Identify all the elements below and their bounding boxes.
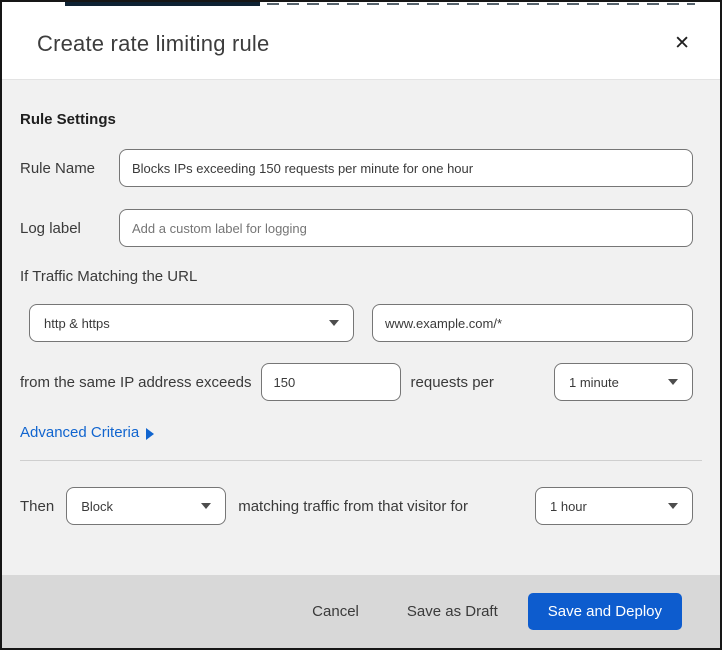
then-text: Then (20, 497, 55, 515)
threshold-input[interactable] (260, 363, 401, 401)
advanced-criteria-link[interactable]: Advanced Criteria (20, 423, 155, 442)
cancel-button[interactable]: Cancel (308, 595, 363, 628)
action-row: Then Block matching traffic from that vi… (20, 487, 693, 525)
page-behind-strip (65, 2, 260, 6)
dialog-footer: Cancel Save as Draft Save and Deploy (2, 575, 720, 648)
create-rate-limiting-rule-dialog: Create rate limiting rule ✕ Rule Setting… (0, 0, 722, 650)
dialog-body: Rule Settings Rule Name Log label If Tra… (2, 80, 720, 575)
expand-arrow-icon (146, 427, 155, 440)
section-divider (20, 460, 702, 461)
log-label-label: Log label (20, 219, 81, 237)
log-label-row: Log label (20, 209, 693, 247)
duration-select-value: 1 hour (550, 498, 587, 514)
dialog-title: Create rate limiting rule (37, 30, 270, 56)
duration-select[interactable]: 1 hour (535, 487, 693, 525)
advanced-criteria-label: Advanced Criteria (20, 424, 140, 441)
scheme-select[interactable]: http & https (29, 304, 354, 342)
rule-name-row: Rule Name (20, 149, 693, 187)
chevron-down-icon (668, 503, 678, 509)
rule-name-input[interactable] (119, 149, 693, 187)
scheme-select-value: http & https (44, 315, 110, 331)
url-input[interactable] (372, 304, 693, 342)
save-as-draft-button[interactable]: Save as Draft (403, 595, 502, 628)
threshold-row: from the same IP address exceeds request… (20, 363, 693, 401)
rule-name-label: Rule Name (20, 159, 96, 177)
requests-per-text: requests per (410, 373, 494, 391)
exceeds-text: from the same IP address exceeds (20, 373, 252, 391)
scheme-url-row: http & https (29, 304, 693, 342)
close-icon[interactable]: ✕ (668, 28, 696, 59)
page-behind-dashes (267, 3, 695, 5)
log-label-input[interactable] (119, 209, 693, 247)
period-select-value: 1 minute (569, 374, 619, 390)
matching-traffic-text: matching traffic from that visitor for (238, 497, 469, 515)
action-select-value: Block (81, 498, 113, 514)
rule-settings-heading: Rule Settings (20, 111, 116, 128)
action-select[interactable]: Block (66, 487, 227, 525)
period-select[interactable]: 1 minute (554, 363, 693, 401)
dialog-header: Create rate limiting rule ✕ (2, 2, 720, 80)
save-and-deploy-button[interactable]: Save and Deploy (527, 593, 682, 630)
traffic-match-intro: If Traffic Matching the URL (20, 268, 198, 285)
chevron-down-icon (201, 503, 212, 509)
chevron-down-icon (329, 320, 339, 326)
chevron-down-icon (668, 379, 678, 385)
